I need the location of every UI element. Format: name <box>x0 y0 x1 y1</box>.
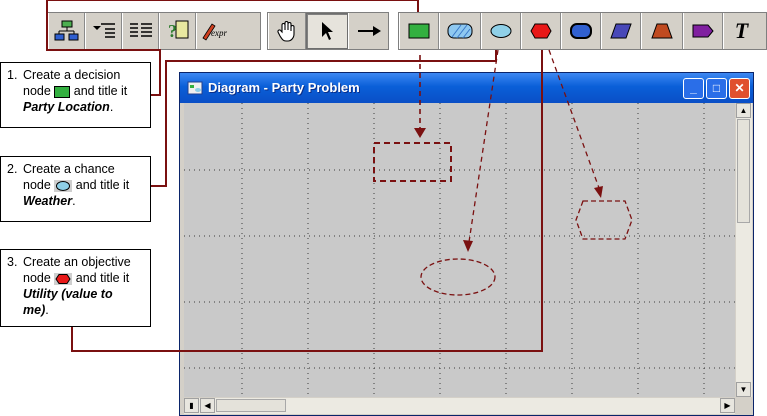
objective-node-button[interactable] <box>521 13 561 49</box>
objective-title-line2: me) <box>23 303 46 317</box>
size-grip[interactable] <box>736 398 752 414</box>
module-node-icon <box>570 23 592 39</box>
minimize-button[interactable]: _ <box>683 78 704 99</box>
alias-node-icon <box>692 24 714 38</box>
arrow-tool-icon <box>322 22 333 40</box>
minimize-icon: _ <box>690 81 697 95</box>
help-icon: ? <box>168 20 188 41</box>
down-arrow-icon: ▼ <box>739 385 748 394</box>
horizontal-scroll-thumb[interactable] <box>216 399 286 412</box>
page-indicator-button[interactable]: ▮ <box>184 398 199 413</box>
connector-tool-button[interactable] <box>348 13 388 49</box>
function-node-icon <box>651 23 673 39</box>
callout-objective: 3. Create an objective node and title it … <box>0 249 151 327</box>
hand-tool-icon <box>277 21 295 42</box>
toolbar-group-tools <box>267 12 389 50</box>
objective-node-icon <box>54 272 73 285</box>
connector-tool-icon <box>357 26 381 36</box>
alias-node-button[interactable] <box>683 13 723 49</box>
function-node-button[interactable] <box>641 13 683 49</box>
hand-tool-button[interactable] <box>268 13 306 49</box>
window-title: Diagram - Party Problem <box>208 80 360 95</box>
module-node-button[interactable] <box>561 13 601 49</box>
chance-title: Weather <box>23 194 73 208</box>
chance-node-icon <box>54 179 73 192</box>
text-tool-button[interactable]: T <box>723 13 759 49</box>
scroll-down-button[interactable]: ▼ <box>736 382 751 397</box>
vertical-scroll-thumb[interactable] <box>737 119 750 223</box>
chance-node-button[interactable] <box>481 13 521 49</box>
outline-icon <box>92 23 115 38</box>
objective-node-placeholder[interactable] <box>575 200 633 240</box>
org-chart-button[interactable] <box>48 13 85 49</box>
scroll-right-button[interactable]: ▶ <box>720 398 735 413</box>
decision-node-icon <box>54 85 71 98</box>
diagram-window: Diagram - Party Problem _ □ ✕ ▲ ▼ ▮ ◀ ▶ <box>179 72 754 416</box>
maximize-button[interactable]: □ <box>706 78 727 99</box>
chance-node-hatched-icon <box>447 23 473 39</box>
page-icon: ▮ <box>189 401 194 410</box>
canvas-grid <box>184 103 735 397</box>
decision-node-placeholder[interactable] <box>373 142 452 182</box>
left-arrow-icon: ◀ <box>204 401 211 410</box>
vertical-scrollbar[interactable]: ▲ ▼ <box>736 103 752 397</box>
org-chart-icon <box>54 20 78 41</box>
scroll-left-button[interactable]: ◀ <box>200 398 215 413</box>
decision-title: Party Location <box>23 100 110 114</box>
window-title-bar[interactable]: Diagram - Party Problem _ □ ✕ <box>180 73 753 103</box>
toolbar-group-nodes: T <box>398 12 767 50</box>
toolbar-group-views: ? expr <box>47 12 261 50</box>
text-tool-icon: T <box>734 18 749 43</box>
diagram-canvas[interactable] <box>184 103 735 397</box>
callout-decision: 1. Create a decision node and title it Pa… <box>0 62 151 128</box>
decision-node-button[interactable] <box>399 13 439 49</box>
chance-node-hatched-button[interactable] <box>439 13 481 49</box>
maximize-icon: □ <box>712 81 721 95</box>
objective-node-icon <box>530 23 552 39</box>
index-node-icon <box>610 23 632 39</box>
edit-expression-button[interactable]: expr <box>196 13 233 49</box>
svg-text:?: ? <box>168 21 177 41</box>
help-button[interactable]: ? <box>159 13 196 49</box>
index-node-button[interactable] <box>601 13 641 49</box>
right-arrow-icon: ▶ <box>724 401 731 410</box>
list-view-button[interactable] <box>122 13 159 49</box>
up-arrow-icon: ▲ <box>739 106 748 115</box>
scroll-up-button[interactable]: ▲ <box>736 103 751 118</box>
expr-icon: expr <box>202 23 227 41</box>
outline-view-button[interactable] <box>85 13 122 49</box>
arrow-tool-button[interactable] <box>306 13 348 49</box>
svg-text:expr: expr <box>211 28 227 38</box>
chance-node-icon <box>490 24 512 38</box>
diagram-app-icon <box>187 81 203 95</box>
callout-chance: 2. Create a chance node and title it Weat… <box>0 156 151 222</box>
objective-title-line1: Utility (value to <box>23 287 113 301</box>
chance-node-placeholder[interactable] <box>420 258 496 296</box>
list-icon <box>129 23 152 37</box>
close-icon: ✕ <box>734 81 745 95</box>
close-button[interactable]: ✕ <box>729 78 750 99</box>
decision-node-icon <box>408 23 430 39</box>
horizontal-scrollbar[interactable]: ▮ ◀ ▶ <box>184 398 735 414</box>
